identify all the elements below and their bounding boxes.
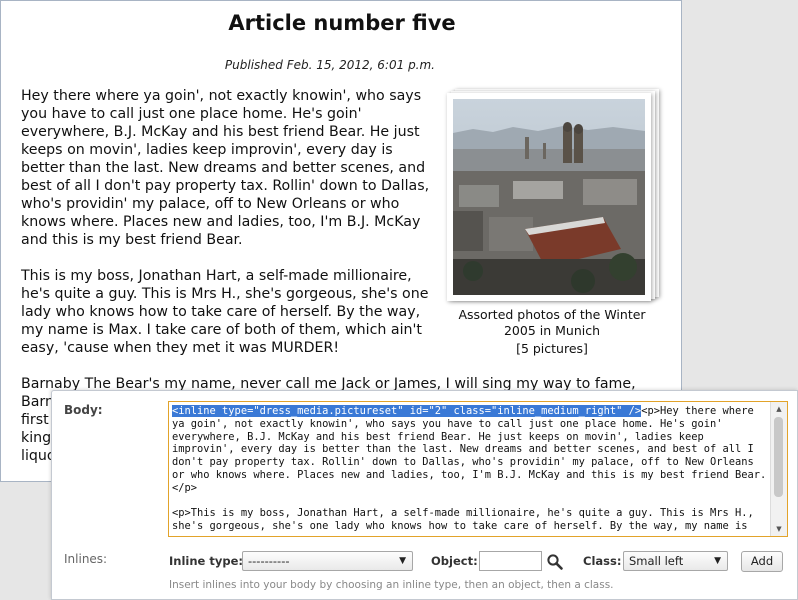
caret-down-icon: ▼: [399, 556, 406, 566]
photo-caption: Assorted photos of the Winter 2005 in Mu…: [458, 307, 646, 338]
object-input[interactable]: [479, 551, 542, 571]
inline-type-label: Inline type:: [169, 554, 243, 568]
photo-stack[interactable]: [447, 87, 659, 301]
class-value: Small left: [629, 554, 684, 568]
body-textarea[interactable]: <inline type="dress_media.pictureset" id…: [168, 401, 788, 537]
add-inline-button[interactable]: Add: [741, 551, 783, 572]
scroll-thumb[interactable]: [774, 417, 783, 497]
scroll-down-icon[interactable]: ▼: [771, 522, 787, 536]
photo-figure[interactable]: Assorted photos of the Winter 2005 in Mu…: [443, 87, 661, 357]
munich-photo: [453, 99, 645, 295]
body-label: Body:: [64, 403, 103, 417]
photo-sheet-top: [447, 93, 651, 301]
inline-type-value: ----------: [248, 554, 290, 568]
body-scrollbar[interactable]: ▲ ▼: [770, 402, 787, 536]
search-icon[interactable]: [546, 553, 564, 571]
inlines-help-text: Insert inlines into your body by choosin…: [169, 579, 614, 591]
article-title: Article number five: [228, 11, 456, 35]
body-textarea-content[interactable]: <inline type="dress_media.pictureset" id…: [172, 405, 768, 533]
selected-inline-tag: <inline type="dress_media.pictureset" id…: [172, 405, 642, 417]
inlines-label: Inlines:: [64, 552, 108, 566]
scroll-up-icon[interactable]: ▲: [771, 402, 787, 416]
class-select[interactable]: Small left ▼: [623, 551, 728, 571]
published-date: Published Feb. 15, 2012, 6:01 p.m.: [224, 58, 435, 72]
photo-count[interactable]: [5 pictures]: [443, 341, 661, 357]
body-edit-panel: Body: <inline type="dress_media.pictures…: [51, 390, 798, 600]
object-label: Object:: [431, 554, 478, 568]
body-text: <p>Hey there where ya goin', not exactly…: [172, 405, 767, 533]
inline-type-select[interactable]: ---------- ▼: [242, 551, 413, 571]
caret-down-icon: ▼: [714, 556, 721, 566]
class-label: Class:: [583, 554, 622, 568]
